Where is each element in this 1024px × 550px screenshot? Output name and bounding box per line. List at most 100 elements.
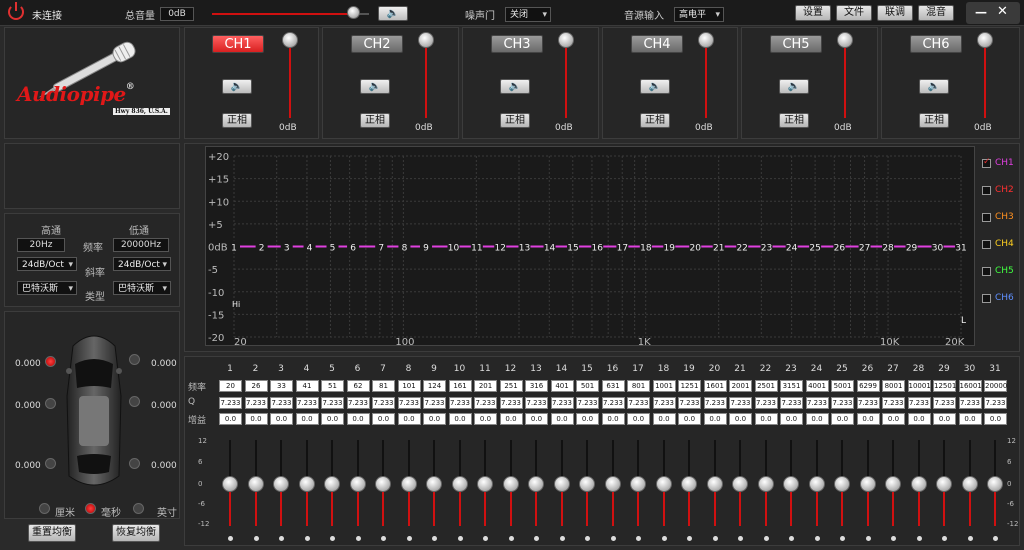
close-button[interactable]: ✕	[997, 4, 1008, 19]
link-button[interactable]: 联调	[877, 5, 913, 21]
eq-point-24[interactable]: 24	[786, 244, 798, 254]
eq-fader-knob-6[interactable]	[349, 476, 366, 492]
eq-band-select-dot[interactable]	[916, 536, 922, 541]
channel-tab-1[interactable]: CH1	[212, 35, 264, 53]
eq-gain-field[interactable]: 0.0	[525, 413, 548, 425]
eq-q-field[interactable]: 7.233	[678, 397, 701, 409]
eq-q-field[interactable]: 7.233	[754, 397, 778, 409]
eq-band-select-dot[interactable]	[610, 536, 616, 541]
eq-freq-field[interactable]: 6299	[856, 380, 880, 392]
eq-fader-knob-10[interactable]	[451, 476, 468, 492]
eq-gain-field[interactable]: 0.0	[474, 413, 497, 425]
eq-freq-field[interactable]: 401	[550, 380, 574, 392]
unit-radio-inch[interactable]	[133, 503, 144, 514]
eq-band-select-dot[interactable]	[738, 536, 743, 541]
delay-select-fr[interactable]	[129, 354, 140, 365]
eq-point-13[interactable]: 13	[519, 244, 530, 254]
eq-band-select-dot[interactable]	[355, 536, 361, 541]
channel-phase-button-2[interactable]: 正相	[360, 113, 390, 128]
legend-checkbox-ch6[interactable]	[982, 294, 991, 303]
eq-freq-field[interactable]: 124	[423, 380, 446, 392]
eq-q-field[interactable]: 7.233	[984, 397, 1007, 409]
eq-q-field[interactable]: 7.233	[576, 397, 599, 409]
eq-freq-field[interactable]: 20	[219, 380, 242, 392]
eq-fader-knob-14[interactable]	[553, 476, 570, 492]
eq-gain-field[interactable]: 0.0	[550, 413, 574, 425]
channel-volume-knob-4[interactable]	[698, 32, 714, 48]
eq-gain-field[interactable]: 0.0	[244, 413, 268, 425]
channel-mute-button-3[interactable]: 🔈	[500, 79, 530, 94]
eq-q-field[interactable]: 7.233	[474, 397, 497, 409]
eq-freq-field[interactable]: 5001	[831, 380, 854, 392]
channel-mute-button-4[interactable]: 🔈	[640, 79, 670, 94]
mix-button[interactable]: 混音	[918, 5, 954, 21]
eq-q-field[interactable]: 7.233	[652, 397, 676, 409]
eq-gain-field[interactable]: 0.0	[499, 413, 523, 425]
eq-gain-field[interactable]: 0.0	[754, 413, 778, 425]
eq-fader-knob-26[interactable]	[859, 476, 876, 492]
eq-point-21[interactable]: 21	[713, 244, 724, 254]
channel-volume-knob-6[interactable]	[977, 32, 993, 48]
eq-band-select-dot[interactable]	[534, 536, 539, 541]
eq-freq-field[interactable]: 33	[270, 380, 293, 392]
eq-band-select-dot[interactable]	[636, 536, 641, 541]
eq-q-field[interactable]: 7.233	[856, 397, 880, 409]
eq-q-field[interactable]: 7.233	[831, 397, 854, 409]
eq-gain-field[interactable]: 0.0	[270, 413, 293, 425]
eq-q-field[interactable]: 7.233	[270, 397, 293, 409]
channel-volume-track-3[interactable]	[565, 46, 567, 118]
eq-q-field[interactable]: 7.233	[627, 397, 650, 409]
eq-point-28[interactable]: 28	[882, 244, 894, 254]
eq-band-select-dot[interactable]	[789, 536, 794, 541]
eq-q-field[interactable]: 7.233	[219, 397, 242, 409]
eq-freq-field[interactable]: 8001	[882, 380, 905, 392]
eq-q-field[interactable]: 7.233	[244, 397, 268, 409]
eq-band-select-dot[interactable]	[406, 536, 412, 541]
eq-point-9[interactable]: 9	[423, 244, 429, 254]
eq-freq-field[interactable]: 2001	[729, 380, 752, 392]
eq-q-field[interactable]: 7.233	[321, 397, 344, 409]
channel-volume-track-6[interactable]	[984, 46, 986, 118]
eq-fader-knob-24[interactable]	[808, 476, 825, 492]
eq-q-field[interactable]: 7.233	[729, 397, 752, 409]
channel-volume-track-4[interactable]	[705, 46, 707, 118]
eq-gain-field[interactable]: 0.0	[321, 413, 344, 425]
eq-gain-field[interactable]: 0.0	[219, 413, 242, 425]
eq-point-30[interactable]: 30	[932, 244, 944, 254]
eq-freq-field[interactable]: 251	[499, 380, 523, 392]
eq-freq-field[interactable]: 316	[525, 380, 548, 392]
eq-fader-knob-19[interactable]	[681, 476, 697, 492]
eq-point-1[interactable]: 1	[231, 244, 237, 254]
eq-fader-knob-3[interactable]	[273, 476, 289, 492]
eq-band-select-dot[interactable]	[661, 536, 667, 541]
eq-freq-field[interactable]: 2501	[754, 380, 778, 392]
eq-fader-knob-4[interactable]	[298, 476, 315, 492]
restore-eq-button[interactable]: 恢复均衡	[112, 524, 160, 542]
eq-freq-field[interactable]: 101	[397, 380, 421, 392]
eq-band-select-dot[interactable]	[304, 536, 310, 541]
channel-tab-2[interactable]: CH2	[351, 35, 403, 53]
channel-volume-knob-5[interactable]	[837, 32, 853, 48]
eq-gain-field[interactable]: 0.0	[856, 413, 880, 425]
eq-q-field[interactable]: 7.233	[448, 397, 472, 409]
eq-response-graph[interactable]: +20 +15 +10 +5 0dB -5 -10 -15 -20 20 100 1K 10K 20K 1 2…	[205, 146, 975, 347]
eq-point-11[interactable]: 11	[471, 244, 482, 254]
eq-q-field[interactable]: 7.233	[372, 397, 395, 409]
eq-gain-field[interactable]: 0.0	[372, 413, 395, 425]
eq-point-12[interactable]: 12	[495, 244, 506, 254]
master-volume-value[interactable]: 0dB	[160, 7, 194, 21]
eq-gain-field[interactable]: 0.0	[780, 413, 803, 425]
eq-point-19[interactable]: 19	[664, 244, 676, 254]
eq-q-field[interactable]: 7.233	[346, 397, 370, 409]
eq-freq-field[interactable]: 10001	[907, 380, 931, 392]
eq-fader-knob-8[interactable]	[400, 476, 417, 492]
eq-gain-field[interactable]: 0.0	[729, 413, 752, 425]
eq-gain-field[interactable]: 0.0	[423, 413, 446, 425]
channel-phase-button-5[interactable]: 正相	[779, 113, 809, 128]
eq-point-20[interactable]: 20	[690, 244, 702, 254]
eq-gain-field[interactable]: 0.0	[295, 413, 319, 425]
eq-q-field[interactable]: 7.233	[499, 397, 523, 409]
eq-gain-field[interactable]: 0.0	[652, 413, 676, 425]
channel-mute-button-1[interactable]: 🔈	[222, 79, 252, 94]
eq-point-31[interactable]: 31	[955, 244, 966, 254]
